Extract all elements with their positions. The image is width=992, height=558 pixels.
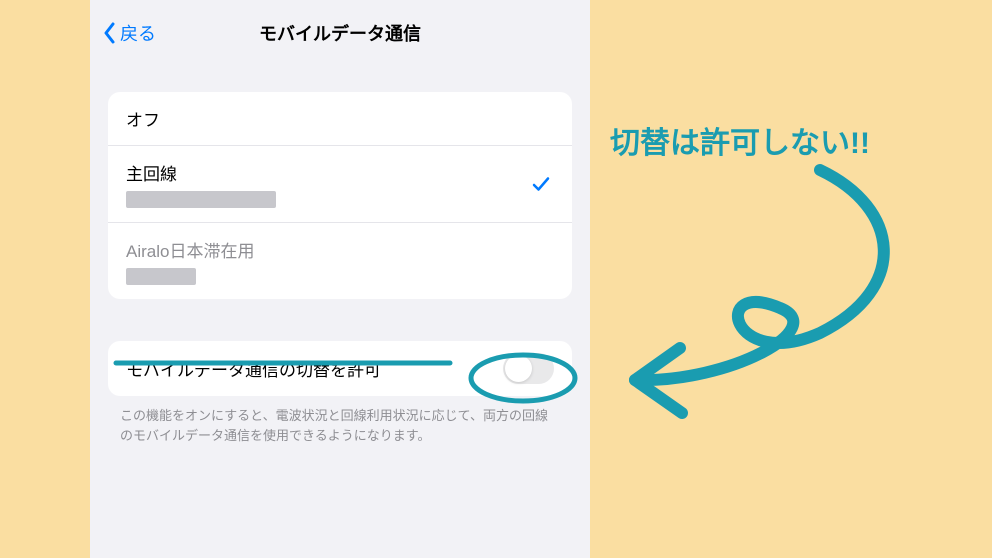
checkmark-icon: [532, 175, 550, 193]
settings-panel: 戻る モバイルデータ通信 オフ 主回線 Airalo日本滞在用 モバイルデータ通…: [90, 0, 590, 558]
footer-description: この機能をオンにすると、電波状況と回線利用状況に応じて、両方の回線のモバイルデー…: [120, 406, 560, 446]
line-row-off[interactable]: オフ: [108, 92, 572, 146]
toggle-row: モバイルデータ通信の切替を許可: [108, 341, 572, 396]
page-title: モバイルデータ通信: [259, 20, 421, 46]
toggle-group: モバイルデータ通信の切替を許可: [108, 341, 572, 396]
back-label: 戻る: [120, 20, 156, 46]
arrow-annotation: [580, 158, 930, 458]
chevron-left-icon: [102, 22, 116, 44]
redacted-text: [126, 191, 276, 208]
annotation-text: 切替は許可しない!!: [610, 118, 870, 162]
redacted-text: [126, 268, 196, 285]
line-row-primary[interactable]: 主回線: [108, 146, 572, 223]
line-label: Airalo日本滞在用: [126, 237, 554, 262]
line-label: 主回線: [126, 160, 554, 185]
lines-group: オフ 主回線 Airalo日本滞在用: [108, 92, 572, 299]
back-button[interactable]: 戻る: [102, 20, 156, 46]
toggle-label: モバイルデータ通信の切替を許可: [126, 356, 381, 381]
cellular-switching-toggle[interactable]: [503, 353, 554, 384]
line-label: オフ: [126, 106, 554, 131]
toggle-knob: [505, 355, 532, 382]
line-row-airalo[interactable]: Airalo日本滞在用: [108, 223, 572, 299]
navigation-bar: 戻る モバイルデータ通信: [90, 0, 590, 62]
